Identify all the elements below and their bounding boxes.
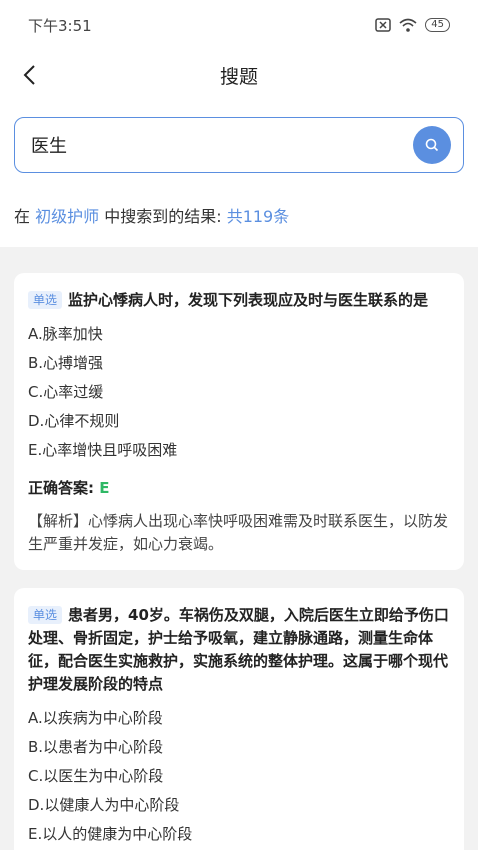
battery-icon: 45 — [425, 18, 450, 32]
status-icons: 45 — [375, 18, 450, 32]
search-box — [14, 117, 464, 173]
sim-card-icon — [375, 18, 392, 32]
option-item: E.以人的健康为中心阶段 — [28, 825, 193, 843]
wifi-icon — [399, 18, 417, 32]
option-item: A.脉率加快 — [28, 325, 103, 343]
question-list: 单选 监护心悸病人时，发现下列表现应及时与医生联系的是 A.脉率加快 B.心搏增强… — [0, 247, 478, 850]
correct-answer: 正确答案: E — [28, 477, 450, 498]
question-title: 单选 监护心悸病人时，发现下列表现应及时与医生联系的是 — [28, 289, 450, 312]
question-type-badge: 单选 — [28, 291, 63, 309]
option-item: C.以医生为中心阶段 — [28, 767, 164, 785]
result-count: 共119条 — [226, 207, 290, 226]
nav-bar: 搜题 — [0, 50, 478, 100]
status-bar: 下午3:51 45 — [0, 0, 478, 50]
status-time: 下午3:51 — [28, 16, 92, 35]
question-title: 单选 患者男，40岁。车祸伤及双腿，入院后医生立即给予伤口处理、骨折固定，护士给予… — [28, 604, 450, 696]
option-item: D.以健康人为中心阶段 — [28, 796, 180, 814]
search-button[interactable] — [413, 126, 451, 164]
question-analysis: 【解析】心悸病人出现心率快呼吸困难需及时联系医生，以防发生严重并发症，如心力衰竭… — [28, 512, 449, 553]
search-input[interactable] — [31, 134, 391, 156]
question-card[interactable]: 单选 患者男，40岁。车祸伤及双腿，入院后医生立即给予伤口处理、骨折固定，护士给予… — [14, 588, 464, 850]
search-result-summary: 在 初级护师 中搜索到的结果: 共119条 — [0, 173, 478, 247]
option-item: B.以患者为中心阶段 — [28, 738, 164, 756]
search-icon — [425, 138, 439, 152]
search-area — [0, 100, 478, 173]
option-item: A.以疾病为中心阶段 — [28, 709, 163, 727]
header-area: 下午3:51 45 搜题 医生 在 初级护师 中搜索到的结果: 共119条 — [0, 0, 478, 247]
option-item: B.心搏增强 — [28, 354, 104, 372]
page-title: 搜题 — [219, 65, 258, 88]
correct-answer-label: 正确答案: — [28, 479, 100, 497]
option-item: C.心率过缓 — [28, 383, 104, 401]
correct-answer-value: E — [99, 479, 110, 497]
question-type-badge: 单选 — [28, 606, 63, 624]
question-text: 监护心悸病人时，发现下列表现应及时与医生联系的是 — [68, 291, 429, 309]
option-list: A.脉率加快 B.心搏增强 C.心率过缓 D.心律不规则 E.心率增快且呼吸困难 — [28, 320, 450, 465]
question-text: 患者男，40岁。车祸伤及双腿，入院后医生立即给予伤口处理、骨折固定，护士给予吸氧… — [28, 606, 449, 693]
option-list: A.以疾病为中心阶段 B.以患者为中心阶段 C.以医生为中心阶段 D.以健康人为… — [28, 704, 450, 849]
back-button[interactable] — [14, 60, 44, 90]
result-middle: 中搜索到的结果: — [99, 207, 227, 226]
result-category[interactable]: 初级护师 — [35, 207, 99, 226]
chevron-left-icon — [23, 65, 35, 85]
option-item: D.心律不规则 — [28, 412, 120, 430]
question-card[interactable]: 单选 监护心悸病人时，发现下列表现应及时与医生联系的是 A.脉率加快 B.心搏增强… — [14, 273, 464, 570]
option-item: E.心率增快且呼吸困难 — [28, 441, 178, 459]
result-prefix: 在 — [14, 207, 36, 226]
